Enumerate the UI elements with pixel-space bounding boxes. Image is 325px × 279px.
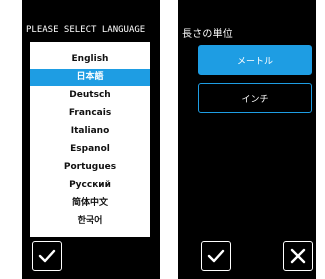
language-option-french[interactable]: Francais (30, 105, 150, 122)
checkmark-icon (207, 249, 225, 263)
unit-option-inch[interactable]: インチ (198, 83, 312, 113)
language-option-russian[interactable]: Русский (30, 177, 150, 194)
confirm-language-button[interactable] (32, 241, 62, 271)
language-option-spanish[interactable]: Espanol (30, 141, 150, 158)
unit-option-inch-label: インチ (241, 94, 269, 105)
unit-option-meter-label: メートル (236, 56, 273, 67)
language-option-japanese[interactable]: 日本語 (30, 69, 150, 86)
unit-option-meter[interactable]: メートル (198, 45, 312, 75)
cancel-unit-button[interactable] (283, 241, 313, 271)
language-list: English 日本語 Deutsch Francais Italiano Es… (30, 42, 150, 237)
language-option-italian[interactable]: Italiano (30, 123, 150, 140)
confirm-unit-button[interactable] (201, 241, 231, 271)
language-option-chinese[interactable]: 简体中文 (30, 195, 150, 212)
close-icon (290, 248, 306, 264)
checkmark-icon (38, 249, 56, 263)
length-unit-title: 長さの単位 (182, 29, 233, 40)
length-unit-screen: 長さの単位 メートル インチ (178, 0, 316, 279)
language-option-german[interactable]: Deutsch (30, 87, 150, 104)
language-screen-title: PLEASE SELECT LANGUAGE (26, 25, 146, 35)
language-option-korean[interactable]: 한국어 (30, 213, 150, 230)
language-option-portuguese[interactable]: Portugues (30, 159, 150, 176)
language-option-english[interactable]: English (30, 51, 150, 68)
language-select-screen: PLEASE SELECT LANGUAGE English 日本語 Deuts… (22, 0, 160, 279)
